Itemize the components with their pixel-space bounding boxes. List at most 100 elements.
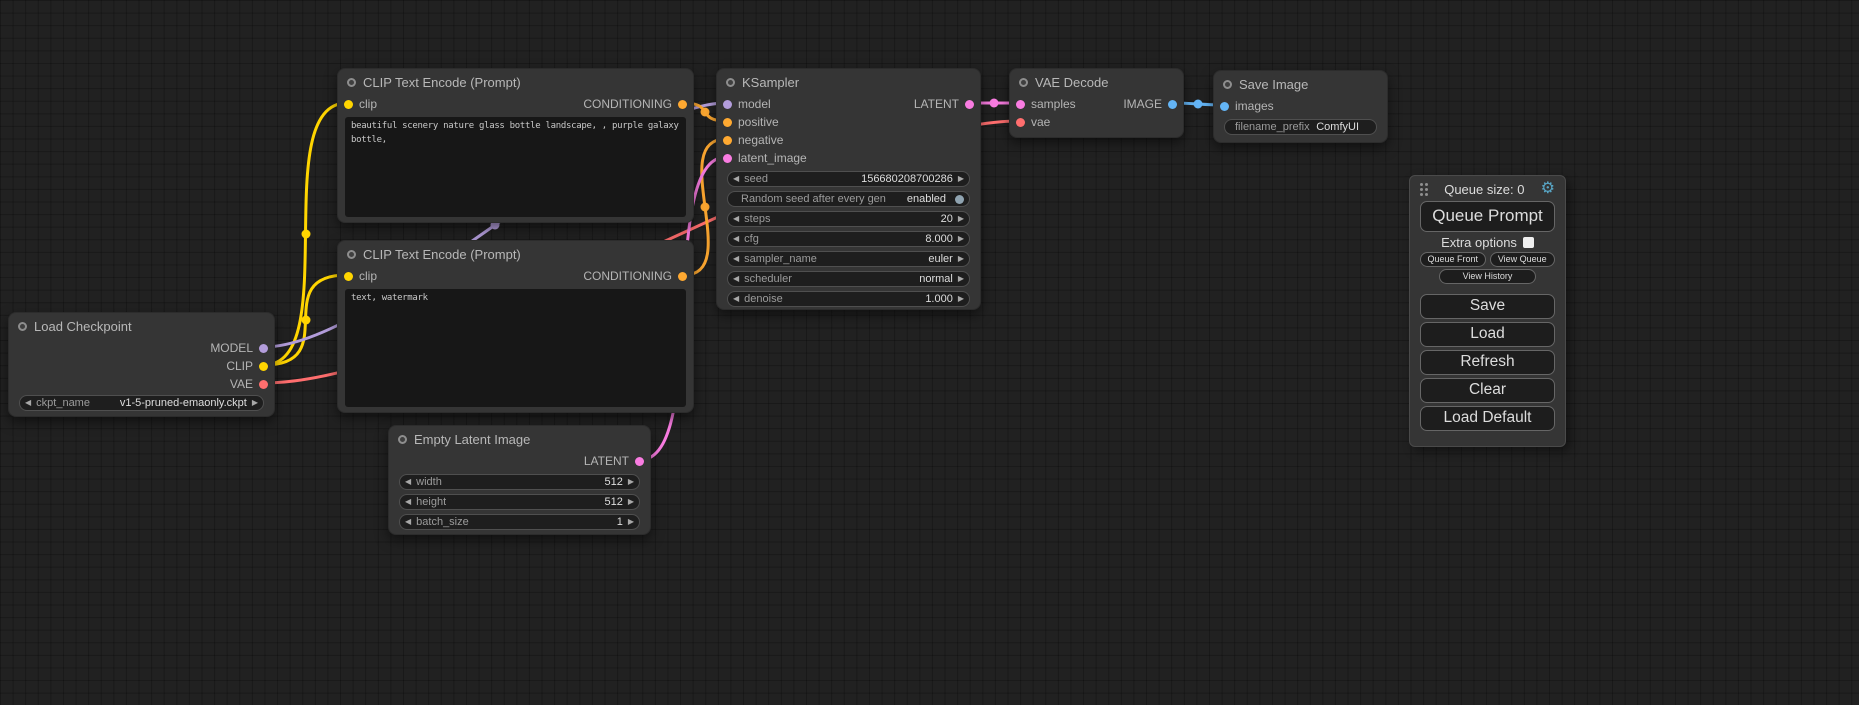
collapse-dot[interactable] — [398, 435, 407, 444]
node-clip-text-encode-negative[interactable]: CLIP Text Encode (Prompt) clip CONDITION… — [337, 240, 694, 413]
increment-arrow-icon[interactable]: ▶ — [628, 518, 634, 526]
node-title-bar[interactable]: Empty Latent Image — [389, 426, 650, 452]
load-button[interactable]: Load — [1420, 322, 1555, 347]
refresh-button[interactable]: Refresh — [1420, 350, 1555, 375]
output-port-latent[interactable] — [965, 100, 974, 109]
link-midpoint-dot — [990, 99, 999, 108]
increment-arrow-icon[interactable]: ▶ — [958, 235, 964, 243]
input-port-latent-image[interactable] — [723, 154, 732, 163]
prompt-textarea[interactable]: text, watermark — [345, 289, 686, 407]
decrement-arrow-icon[interactable]: ◀ — [733, 215, 739, 223]
decrement-arrow-icon[interactable]: ◀ — [733, 275, 739, 283]
collapse-dot[interactable] — [18, 322, 27, 331]
output-port-latent[interactable] — [635, 457, 644, 466]
node-save-image[interactable]: Save Image images filename_prefix ComfyU… — [1213, 70, 1388, 143]
input-port-samples[interactable] — [1016, 100, 1025, 109]
decrement-arrow-icon[interactable]: ◀ — [733, 235, 739, 243]
widget-label: sampler_name — [744, 253, 817, 265]
output-port-vae[interactable] — [259, 380, 268, 389]
increment-arrow-icon[interactable]: ▶ — [628, 498, 634, 506]
menu-drag-handle[interactable] — [1420, 183, 1428, 196]
node-load-checkpoint[interactable]: Load Checkpoint MODEL CLIP VAE ◀ ckpt_na… — [8, 312, 275, 417]
decrement-arrow-icon[interactable]: ◀ — [25, 399, 31, 407]
node-ksampler[interactable]: KSampler model LATENT positive negative … — [716, 68, 981, 310]
output-port-image[interactable] — [1168, 100, 1177, 109]
node-title-bar[interactable]: CLIP Text Encode (Prompt) — [338, 241, 693, 267]
view-queue-button[interactable]: View Queue — [1490, 252, 1556, 267]
increment-arrow-icon[interactable]: ▶ — [628, 478, 634, 486]
save-button[interactable]: Save — [1420, 294, 1555, 319]
input-port-negative[interactable] — [723, 136, 732, 145]
decrement-arrow-icon[interactable]: ◀ — [405, 498, 411, 506]
widget-value: euler — [928, 253, 952, 265]
increment-arrow-icon[interactable]: ▶ — [958, 295, 964, 303]
increment-arrow-icon[interactable]: ▶ — [958, 255, 964, 263]
link-midpoint-dot — [701, 203, 710, 212]
collapse-dot[interactable] — [347, 250, 356, 259]
increment-arrow-icon[interactable]: ▶ — [958, 175, 964, 183]
node-empty-latent-image[interactable]: Empty Latent Image LATENT ◀ width 512 ▶ … — [388, 425, 651, 535]
input-port-clip[interactable] — [344, 100, 353, 109]
output-port-model[interactable] — [259, 344, 268, 353]
node-vae-decode[interactable]: VAE Decode samples IMAGE vae — [1009, 68, 1184, 138]
node-title-bar[interactable]: VAE Decode — [1010, 69, 1183, 95]
widget-filename-prefix[interactable]: filename_prefix ComfyUI — [1224, 119, 1377, 135]
widget-value: normal — [919, 273, 953, 285]
node-graph-canvas[interactable]: Load Checkpoint MODEL CLIP VAE ◀ ckpt_na… — [0, 0, 1859, 705]
node-clip-text-encode-positive[interactable]: CLIP Text Encode (Prompt) clip CONDITION… — [337, 68, 694, 223]
clear-button[interactable]: Clear — [1420, 378, 1555, 403]
widget-scheduler[interactable]: ◀ scheduler normal ▶ — [727, 271, 970, 287]
collapse-dot[interactable] — [1223, 80, 1232, 89]
load-default-button[interactable]: Load Default — [1420, 406, 1555, 431]
widget-random-seed-toggle[interactable]: Random seed after every gen enabled — [727, 191, 970, 207]
widget-width[interactable]: ◀ width 512 ▶ — [399, 474, 640, 490]
decrement-arrow-icon[interactable]: ◀ — [405, 518, 411, 526]
collapse-dot[interactable] — [726, 78, 735, 87]
decrement-arrow-icon[interactable]: ◀ — [733, 295, 739, 303]
widget-denoise[interactable]: ◀ denoise 1.000 ▶ — [727, 291, 970, 307]
output-port-conditioning[interactable] — [678, 272, 687, 281]
output-label: MODEL — [210, 341, 253, 355]
output-label: LATENT — [584, 454, 629, 468]
widget-ckpt-name[interactable]: ◀ ckpt_name v1-5-pruned-emaonly.ckpt ▶ — [19, 395, 264, 411]
input-port-images[interactable] — [1220, 102, 1229, 111]
node-title-bar[interactable]: KSampler — [717, 69, 980, 95]
output-port-clip[interactable] — [259, 362, 268, 371]
widget-batch-size[interactable]: ◀ batch_size 1 ▶ — [399, 514, 640, 530]
node-title-bar[interactable]: Load Checkpoint — [9, 313, 274, 339]
widget-value: 8.000 — [925, 233, 953, 245]
queue-buttons-row: Queue Front View Queue — [1420, 252, 1555, 267]
output-slot-row: MODEL — [9, 339, 274, 357]
widget-steps[interactable]: ◀ steps 20 ▶ — [727, 211, 970, 227]
widget-height[interactable]: ◀ height 512 ▶ — [399, 494, 640, 510]
increment-arrow-icon[interactable]: ▶ — [252, 399, 258, 407]
decrement-arrow-icon[interactable]: ◀ — [733, 255, 739, 263]
toggle-dot-icon[interactable] — [955, 195, 964, 204]
extra-options-checkbox[interactable] — [1523, 237, 1534, 248]
widget-label: steps — [744, 213, 770, 225]
widget-sampler-name[interactable]: ◀ sampler_name euler ▶ — [727, 251, 970, 267]
widget-label: cfg — [744, 233, 759, 245]
node-title: CLIP Text Encode (Prompt) — [363, 247, 521, 262]
increment-arrow-icon[interactable]: ▶ — [958, 215, 964, 223]
collapse-dot[interactable] — [347, 78, 356, 87]
increment-arrow-icon[interactable]: ▶ — [958, 275, 964, 283]
view-history-button[interactable]: View History — [1439, 269, 1536, 284]
node-title-bar[interactable]: Save Image — [1214, 71, 1387, 97]
widget-cfg[interactable]: ◀ cfg 8.000 ▶ — [727, 231, 970, 247]
prompt-textarea[interactable]: beautiful scenery nature glass bottle la… — [345, 117, 686, 217]
output-port-conditioning[interactable] — [678, 100, 687, 109]
settings-gear-icon[interactable]: ⚙ — [1541, 181, 1555, 197]
node-title: KSampler — [742, 75, 799, 90]
queue-front-button[interactable]: Queue Front — [1420, 252, 1486, 267]
input-port-clip[interactable] — [344, 272, 353, 281]
decrement-arrow-icon[interactable]: ◀ — [733, 175, 739, 183]
queue-prompt-button[interactable]: Queue Prompt — [1420, 201, 1555, 232]
input-port-positive[interactable] — [723, 118, 732, 127]
input-port-vae[interactable] — [1016, 118, 1025, 127]
collapse-dot[interactable] — [1019, 78, 1028, 87]
widget-seed[interactable]: ◀ seed 156680208700286 ▶ — [727, 171, 970, 187]
decrement-arrow-icon[interactable]: ◀ — [405, 478, 411, 486]
input-port-model[interactable] — [723, 100, 732, 109]
node-title-bar[interactable]: CLIP Text Encode (Prompt) — [338, 69, 693, 95]
